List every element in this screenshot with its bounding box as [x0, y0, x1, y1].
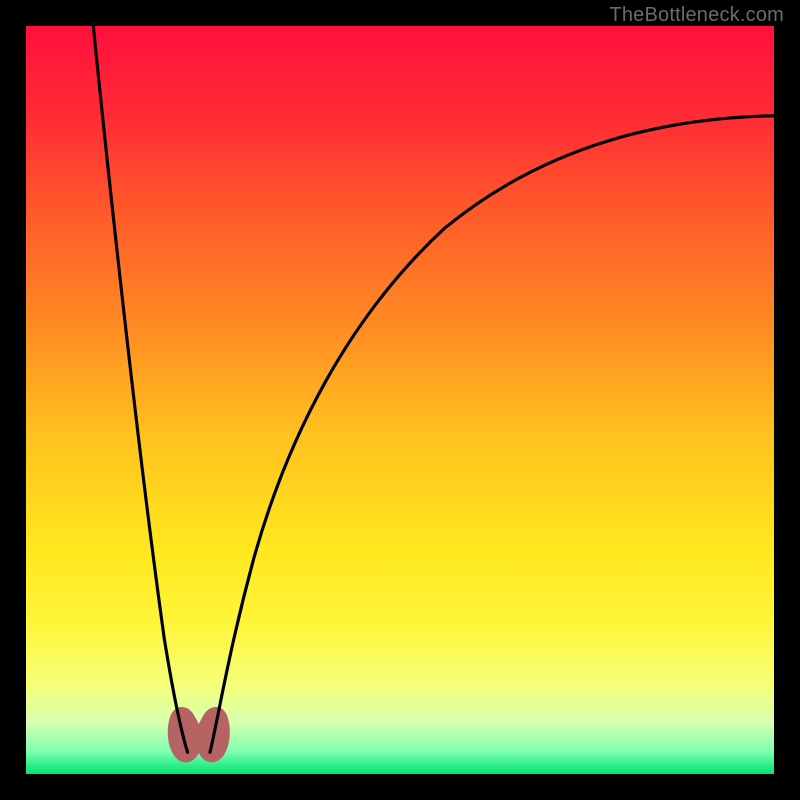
- plot-area: [26, 26, 774, 774]
- background-gradient: [26, 26, 774, 774]
- watermark-text: TheBottleneck.com: [609, 4, 784, 27]
